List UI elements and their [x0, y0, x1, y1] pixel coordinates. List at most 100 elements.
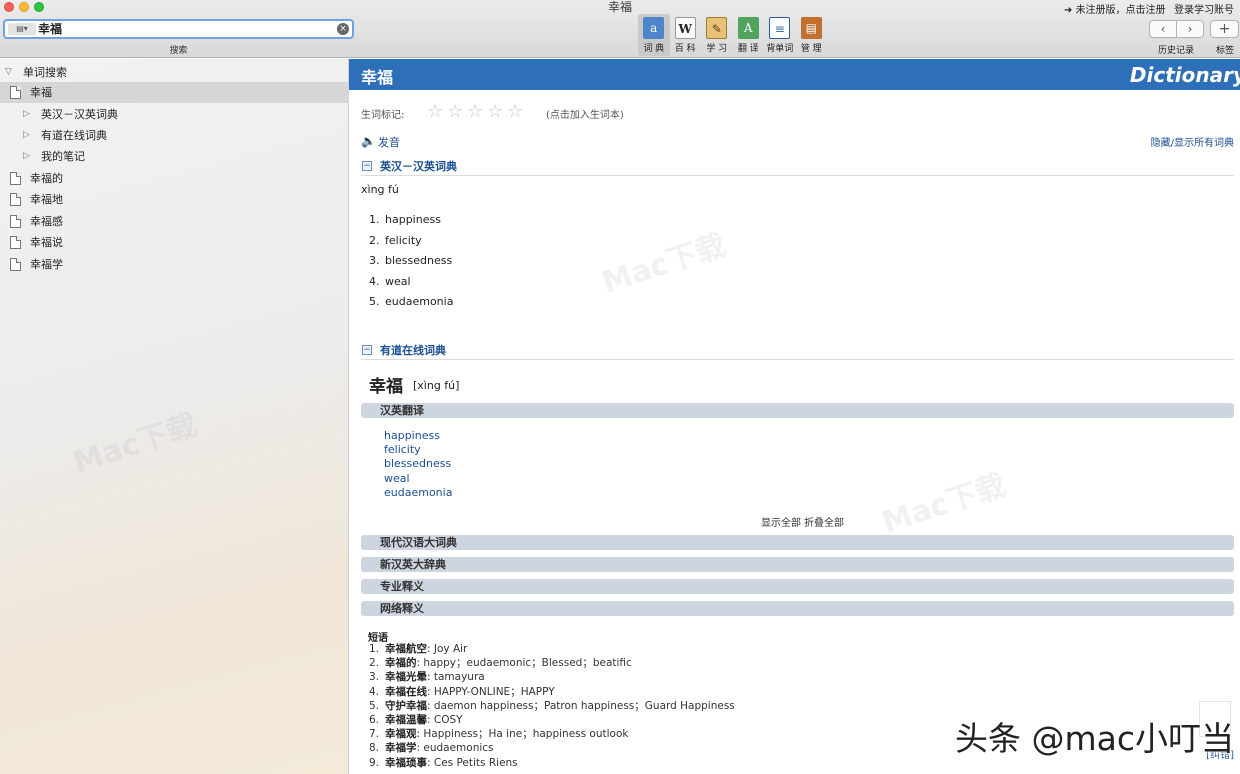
vocabulary-tool-button[interactable]: ≡ 背单词 [764, 14, 796, 56]
translation-link[interactable]: felicity [384, 443, 452, 457]
tool-label: 管 理 [800, 44, 822, 54]
star-icon[interactable]: ☆ [507, 101, 527, 122]
list-item: 9. 幸福琐事: Ces Petits Riens [369, 756, 518, 770]
speaker-icon[interactable]: 🔈 [361, 134, 376, 148]
sidebar-item-notes[interactable]: ▷ 我的笔记 [0, 146, 349, 167]
wikipedia-tool-button[interactable]: W 百 科 [670, 14, 702, 56]
register-link[interactable]: ➜ 未注册版，点击注册 [1064, 1, 1166, 16]
section-ec-dict-header: − 英汉－汉英词典 [361, 158, 1234, 176]
tree-label: 幸福地 [30, 193, 63, 206]
manage-icon: ▤ [800, 17, 822, 39]
clear-search-icon[interactable]: × [337, 23, 349, 35]
disclosure-closed-icon[interactable]: ▷ [23, 146, 30, 167]
star-icon[interactable]: ☆ [467, 101, 487, 122]
study-icon: ✎ [706, 17, 728, 39]
show-all-link[interactable]: 显示全部 [761, 514, 801, 529]
definition-text: blessedness [385, 254, 453, 267]
disclosure-closed-icon[interactable]: ▷ [23, 125, 30, 146]
section-bar-professional[interactable]: 专业释义 [361, 579, 1234, 594]
document-icon [10, 193, 21, 206]
tree-label: 幸福 [30, 86, 52, 99]
sidebar-item-related[interactable]: 幸福感 [0, 211, 349, 232]
wikipedia-icon: W [674, 17, 696, 39]
sidebar-item-related[interactable]: 幸福地 [0, 189, 349, 210]
pinyin: xìng fú [361, 183, 399, 196]
translate-icon: A [737, 17, 759, 39]
phrase-term[interactable]: 幸福的 [385, 656, 417, 670]
bar-title: 网络释义 [380, 602, 424, 615]
sidebar-item-related[interactable]: 幸福的 [0, 168, 349, 189]
history-nav: ‹ › [1149, 20, 1204, 38]
pronounce-link[interactable]: 发音 [378, 134, 400, 150]
phrase-def: : tamayura [427, 671, 485, 684]
tree-label: 幸福的 [30, 172, 63, 185]
search-field[interactable]: ▤▾ 幸福 × [3, 19, 354, 39]
sidebar-root-word-search[interactable]: ▽ 单词搜索 [0, 62, 349, 83]
translation-section-bar[interactable]: 汉英翻译 [361, 403, 1234, 418]
sidebar-item-current[interactable]: 幸福 [0, 82, 349, 103]
phrase-term[interactable]: 幸福在线 [385, 685, 427, 699]
document-icon [10, 215, 21, 228]
phrase-term[interactable]: 幸福温馨 [385, 713, 427, 727]
tree-label: 英汉－汉英词典 [41, 108, 118, 121]
fold-all-link[interactable]: 折叠全部 [804, 514, 844, 529]
login-link[interactable]: 登录学习账号 [1174, 1, 1234, 16]
manage-tool-button[interactable]: ▤ 管 理 [796, 14, 828, 56]
document-icon [10, 258, 21, 271]
definition-text: happiness [385, 213, 441, 226]
collapse-icon[interactable]: − [362, 161, 372, 171]
phrase-term[interactable]: 守护幸福 [385, 699, 427, 713]
star-icon[interactable]: ☆ [487, 101, 507, 122]
list-item: 1. 幸福航空: Joy Air [369, 642, 468, 656]
tool-label: 翻 译 [737, 44, 759, 54]
dictionary-icon: a [643, 17, 665, 39]
add-bookmark-button[interactable]: + [1210, 20, 1239, 38]
section-youdao-header: − 有道在线词典 [361, 342, 1234, 360]
section-bar-web[interactable]: 网络释义 [361, 601, 1234, 616]
translation-link[interactable]: blessedness [384, 457, 452, 471]
phrase-term[interactable]: 幸福航空 [385, 642, 427, 656]
disclosure-closed-icon[interactable]: ▷ [23, 104, 30, 125]
phrase-term[interactable]: 幸福光晕 [385, 670, 427, 684]
sidebar-item-ec-dict[interactable]: ▷ 英汉－汉英词典 [0, 104, 349, 125]
phrase-term[interactable]: 幸福学 [385, 741, 417, 755]
section-title[interactable]: 有道在线词典 [380, 342, 446, 358]
star-rating[interactable]: ☆ ☆ ☆ ☆ ☆ [427, 101, 527, 122]
forward-button[interactable]: › [1176, 21, 1203, 37]
dictionary-tool-button[interactable]: a 词 典 [638, 14, 670, 56]
collapse-icon[interactable]: − [362, 345, 372, 355]
translation-link[interactable]: eudaemonia [384, 486, 452, 500]
bar-title: 现代汉语大词典 [380, 536, 457, 549]
list-item: 4. weal [369, 272, 453, 293]
title-bar: 幸福 ▤▾ 幸福 × 搜索 a 词 典 W 百 科 ✎ 学 习 A 翻 译 ≡ … [0, 0, 1240, 58]
section-bar-new-ce[interactable]: 新汉英大辞典 [361, 557, 1234, 572]
sidebar-item-related[interactable]: 幸福说 [0, 232, 349, 253]
list-item: 2. 幸福的: happy；eudaemonic；Blessed；beatific [369, 656, 632, 670]
translation-link[interactable]: happiness [384, 429, 452, 443]
entry-header: 幸福 Dictionary [349, 59, 1240, 90]
section-bar-modern-chinese[interactable]: 现代汉语大词典 [361, 535, 1234, 550]
back-button[interactable]: ‹ [1150, 21, 1176, 37]
site-watermark: Mac下载 [68, 407, 202, 481]
search-input[interactable]: 幸福 [38, 22, 62, 37]
sidebar-item-related[interactable]: 幸福学 [0, 254, 349, 275]
toggle-all-dicts-link[interactable]: 隐藏/显示所有词典 [1151, 134, 1234, 149]
phrase-def: : daemon happiness；Patron happiness；Guar… [427, 699, 735, 712]
definition-text: weal [385, 274, 411, 288]
translation-link[interactable]: weal [384, 472, 452, 486]
section-title[interactable]: 英汉－汉英词典 [380, 158, 457, 174]
star-icon[interactable]: ☆ [447, 101, 467, 122]
document-icon [10, 172, 21, 185]
study-tool-button[interactable]: ✎ 学 习 [701, 14, 733, 56]
tree-label: 幸福学 [30, 258, 63, 271]
disclosure-open-icon[interactable]: ▽ [5, 62, 12, 83]
phrase-term[interactable]: 幸福琐事 [385, 756, 427, 770]
sidebar-item-youdao[interactable]: ▷ 有道在线词典 [0, 125, 349, 146]
phrase-term[interactable]: 幸福观 [385, 727, 417, 741]
star-icon[interactable]: ☆ [427, 101, 447, 122]
phrase-def: : Joy Air [427, 643, 468, 655]
search-scope-menu[interactable]: ▤▾ [8, 23, 36, 35]
history-label: 历史记录 [1158, 46, 1195, 56]
add-to-vocab-hint[interactable]: (点击加入生词本) [546, 106, 624, 121]
translate-tool-button[interactable]: A 翻 译 [733, 14, 765, 56]
